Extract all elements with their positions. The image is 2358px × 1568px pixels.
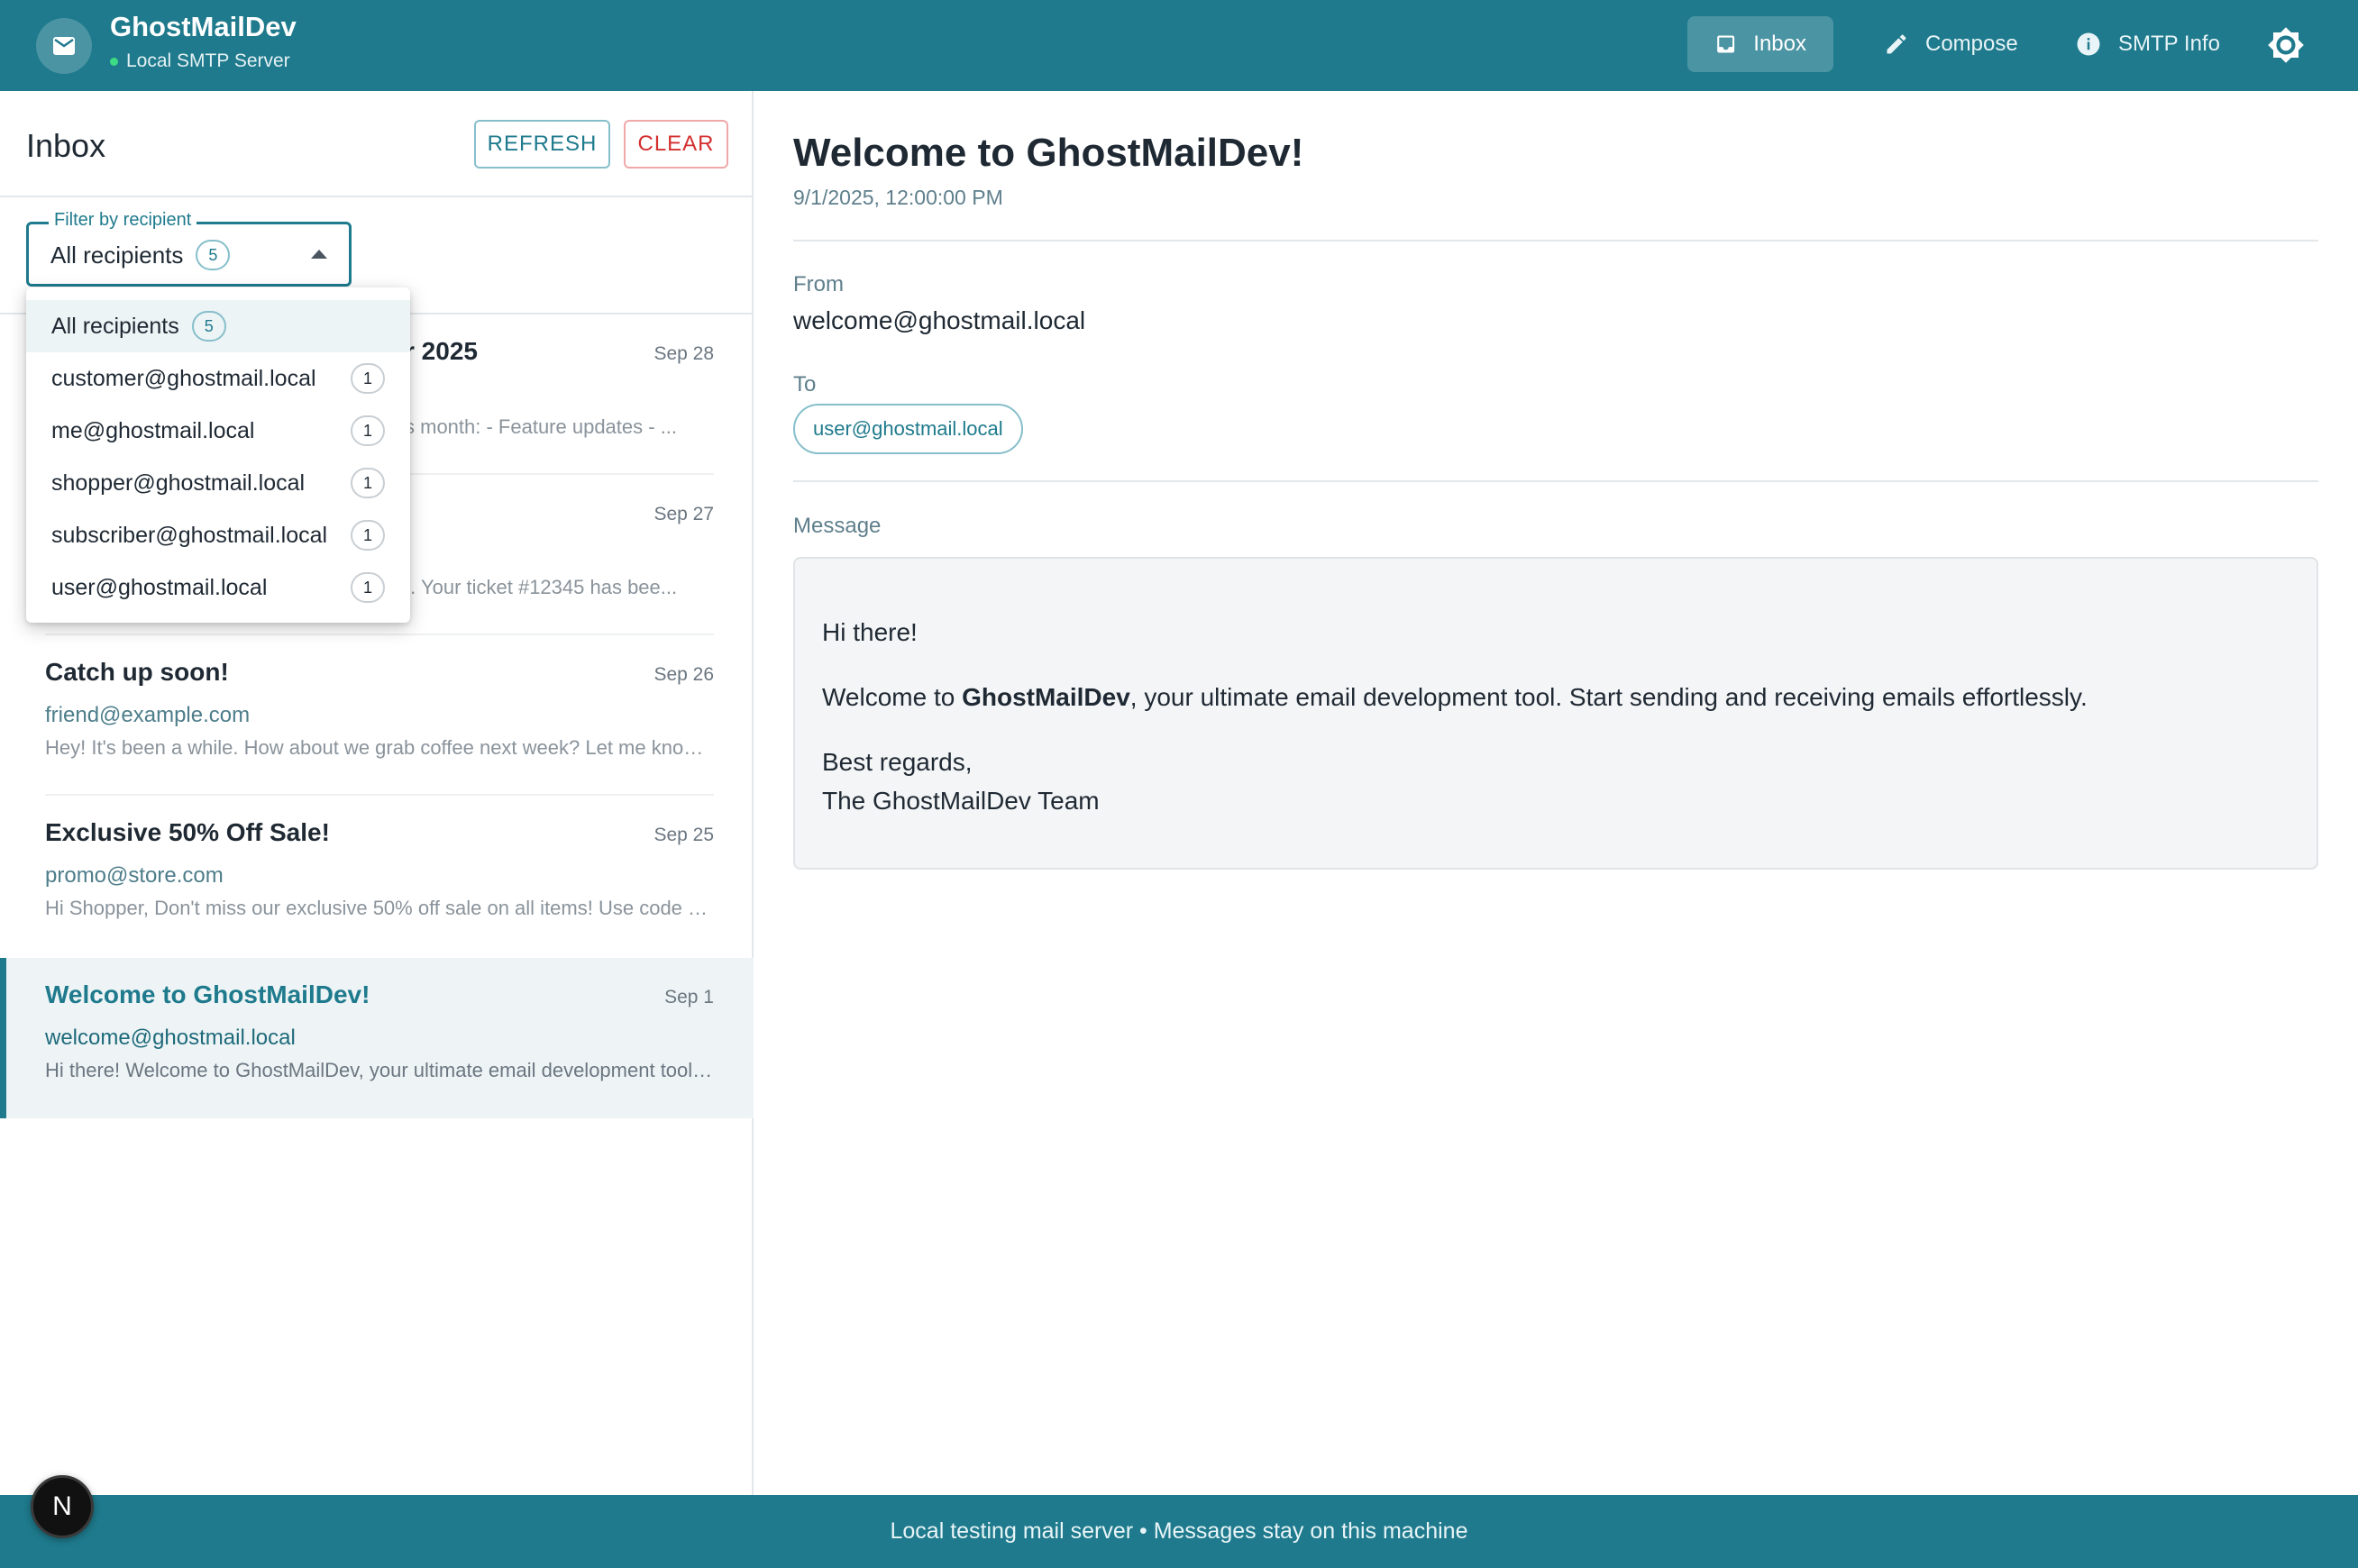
body-paragraph: Welcome to GhostMailDev, your ultimate e… <box>822 678 2289 716</box>
theme-toggle-button[interactable] <box>2266 25 2306 65</box>
message-subject: Catch up soon! <box>45 658 229 686</box>
filter-option-all[interactable]: All recipients 5 <box>26 300 410 352</box>
to-label: To <box>793 372 817 397</box>
footer-text: Local testing mail server • Messages sta… <box>890 1518 1468 1544</box>
app-title: GhostMailDev <box>110 11 297 42</box>
filter-option-count: 1 <box>351 520 385 551</box>
message-sender: promo@store.com <box>45 863 224 888</box>
refresh-button[interactable]: REFRESH <box>474 120 610 169</box>
detail-subject: Welcome to GhostMailDev! <box>793 131 1304 175</box>
filter-option-shopper[interactable]: shopper@ghostmail.local 1 <box>26 457 410 509</box>
message-preview: t. Your ticket #12345 has bee... <box>405 576 678 598</box>
clear-button[interactable]: CLEAR <box>624 120 728 169</box>
filter-option-count: 5 <box>191 311 226 342</box>
detail-datetime: 9/1/2025, 12:00:00 PM <box>793 186 1003 209</box>
filter-option-count: 1 <box>351 468 385 498</box>
nav-compose-label: Compose <box>1925 32 2018 56</box>
from-value: welcome@ghostmail.local <box>793 306 1086 334</box>
body-signature: Best regards, The GhostMailDev Team <box>822 743 2289 820</box>
message-date: Sep 25 <box>653 825 714 845</box>
app-header: GhostMailDev Local SMTP Server Inbox Com… <box>0 0 2358 91</box>
message-date: Sep 1 <box>664 987 714 1007</box>
inbox-icon <box>1717 35 1735 53</box>
caret-up-icon <box>311 250 327 259</box>
selected-accent-bar <box>0 958 6 1118</box>
app-footer: Local testing mail server • Messages sta… <box>0 1495 2358 1568</box>
message-preview: Hey! It's been a while. How about we gra… <box>45 736 716 759</box>
filter-option-count: 1 <box>351 572 385 603</box>
message-preview: s month: - Feature updates - ... <box>405 415 678 438</box>
filter-count-badge: 5 <box>196 240 231 270</box>
message-date: Sep 26 <box>653 664 714 685</box>
filter-option-label: me@ghostmail.local <box>51 417 255 443</box>
inbox-title: Inbox <box>26 127 106 164</box>
message-subject: r 2025 <box>405 337 478 365</box>
server-status-label: Local SMTP Server <box>126 50 290 71</box>
to-recipient-chip[interactable]: user@ghostmail.local <box>793 404 1023 454</box>
status-dot-icon <box>110 57 118 66</box>
nav-smtp-info-button[interactable]: SMTP Info <box>2048 16 2247 72</box>
filter-option-me[interactable]: me@ghostmail.local 1 <box>26 405 410 457</box>
message-date: Sep 27 <box>653 504 714 524</box>
filter-option-label: shopper@ghostmail.local <box>51 469 306 496</box>
message-preview: Hi Shopper, Don't miss our exclusive 50%… <box>45 897 716 919</box>
from-label: From <box>793 272 844 296</box>
body-bold-text: GhostMailDev <box>962 683 1130 711</box>
toolbar-divider <box>0 196 754 197</box>
brightness-icon <box>2268 27 2304 63</box>
filter-selected-label: All recipients <box>50 241 184 269</box>
message-body: Hi there! Welcome to GhostMailDev, your … <box>793 557 2318 870</box>
message-list-item-selected[interactable]: Welcome to GhostMailDev! Sep 1 welcome@g… <box>0 958 754 1118</box>
body-text: Welcome to <box>822 683 963 711</box>
filter-option-label: customer@ghostmail.local <box>51 365 316 391</box>
body-greeting: Hi there! <box>822 618 918 646</box>
recipient-filter-menu: All recipients 5 customer@ghostmail.loca… <box>26 287 410 623</box>
message-label: Message <box>793 514 882 538</box>
nav-inbox-label: Inbox <box>1753 32 1806 56</box>
filter-option-label: All recipients <box>51 313 179 339</box>
message-subject: Welcome to GhostMailDev! <box>45 980 370 1008</box>
message-sender: welcome@ghostmail.local <box>45 1026 296 1050</box>
mail-icon <box>36 18 92 74</box>
body-signature-name: The GhostMailDev Team <box>822 787 1100 815</box>
message-preview: Hi there! Welcome to GhostMailDev, your … <box>45 1059 716 1081</box>
nav-compose-button[interactable]: Compose <box>1857 16 2045 72</box>
filter-option-label: user@ghostmail.local <box>51 574 268 600</box>
filter-option-customer[interactable]: customer@ghostmail.local 1 <box>26 352 410 405</box>
filter-label: Filter by recipient <box>49 210 197 231</box>
server-status: Local SMTP Server <box>110 50 290 72</box>
filter-option-count: 1 <box>351 363 385 394</box>
message-list-item[interactable]: Catch up soon! Sep 26 friend@example.com… <box>0 635 754 796</box>
body-text: , your ultimate email development tool. … <box>1129 683 2088 711</box>
dev-tools-badge[interactable]: N <box>31 1475 94 1538</box>
message-date: Sep 28 <box>653 343 714 364</box>
message-list-item[interactable]: Exclusive 50% Off Sale! Sep 25 promo@sto… <box>0 796 754 956</box>
recipient-filter-select[interactable]: Filter by recipient All recipients 5 <box>26 210 352 287</box>
detail-divider <box>793 480 2318 482</box>
filter-option-count: 1 <box>351 415 385 446</box>
filter-option-label: subscriber@ghostmail.local <box>51 522 328 548</box>
nav-inbox-button[interactable]: Inbox <box>1687 16 1833 72</box>
body-signoff: Best regards, <box>822 748 973 776</box>
dev-badge-label: N <box>52 1491 72 1521</box>
info-icon <box>2077 32 2100 56</box>
message-subject: Exclusive 50% Off Sale! <box>45 818 330 846</box>
filter-selected-value: All recipients 5 <box>50 240 231 270</box>
nav-smtp-info-label: SMTP Info <box>2118 32 2220 56</box>
filter-option-user[interactable]: user@ghostmail.local 1 <box>26 561 410 614</box>
pencil-icon <box>1887 34 1906 54</box>
filter-option-subscriber[interactable]: subscriber@ghostmail.local 1 <box>26 509 410 561</box>
message-sender: friend@example.com <box>45 703 251 727</box>
detail-divider <box>793 240 2318 242</box>
